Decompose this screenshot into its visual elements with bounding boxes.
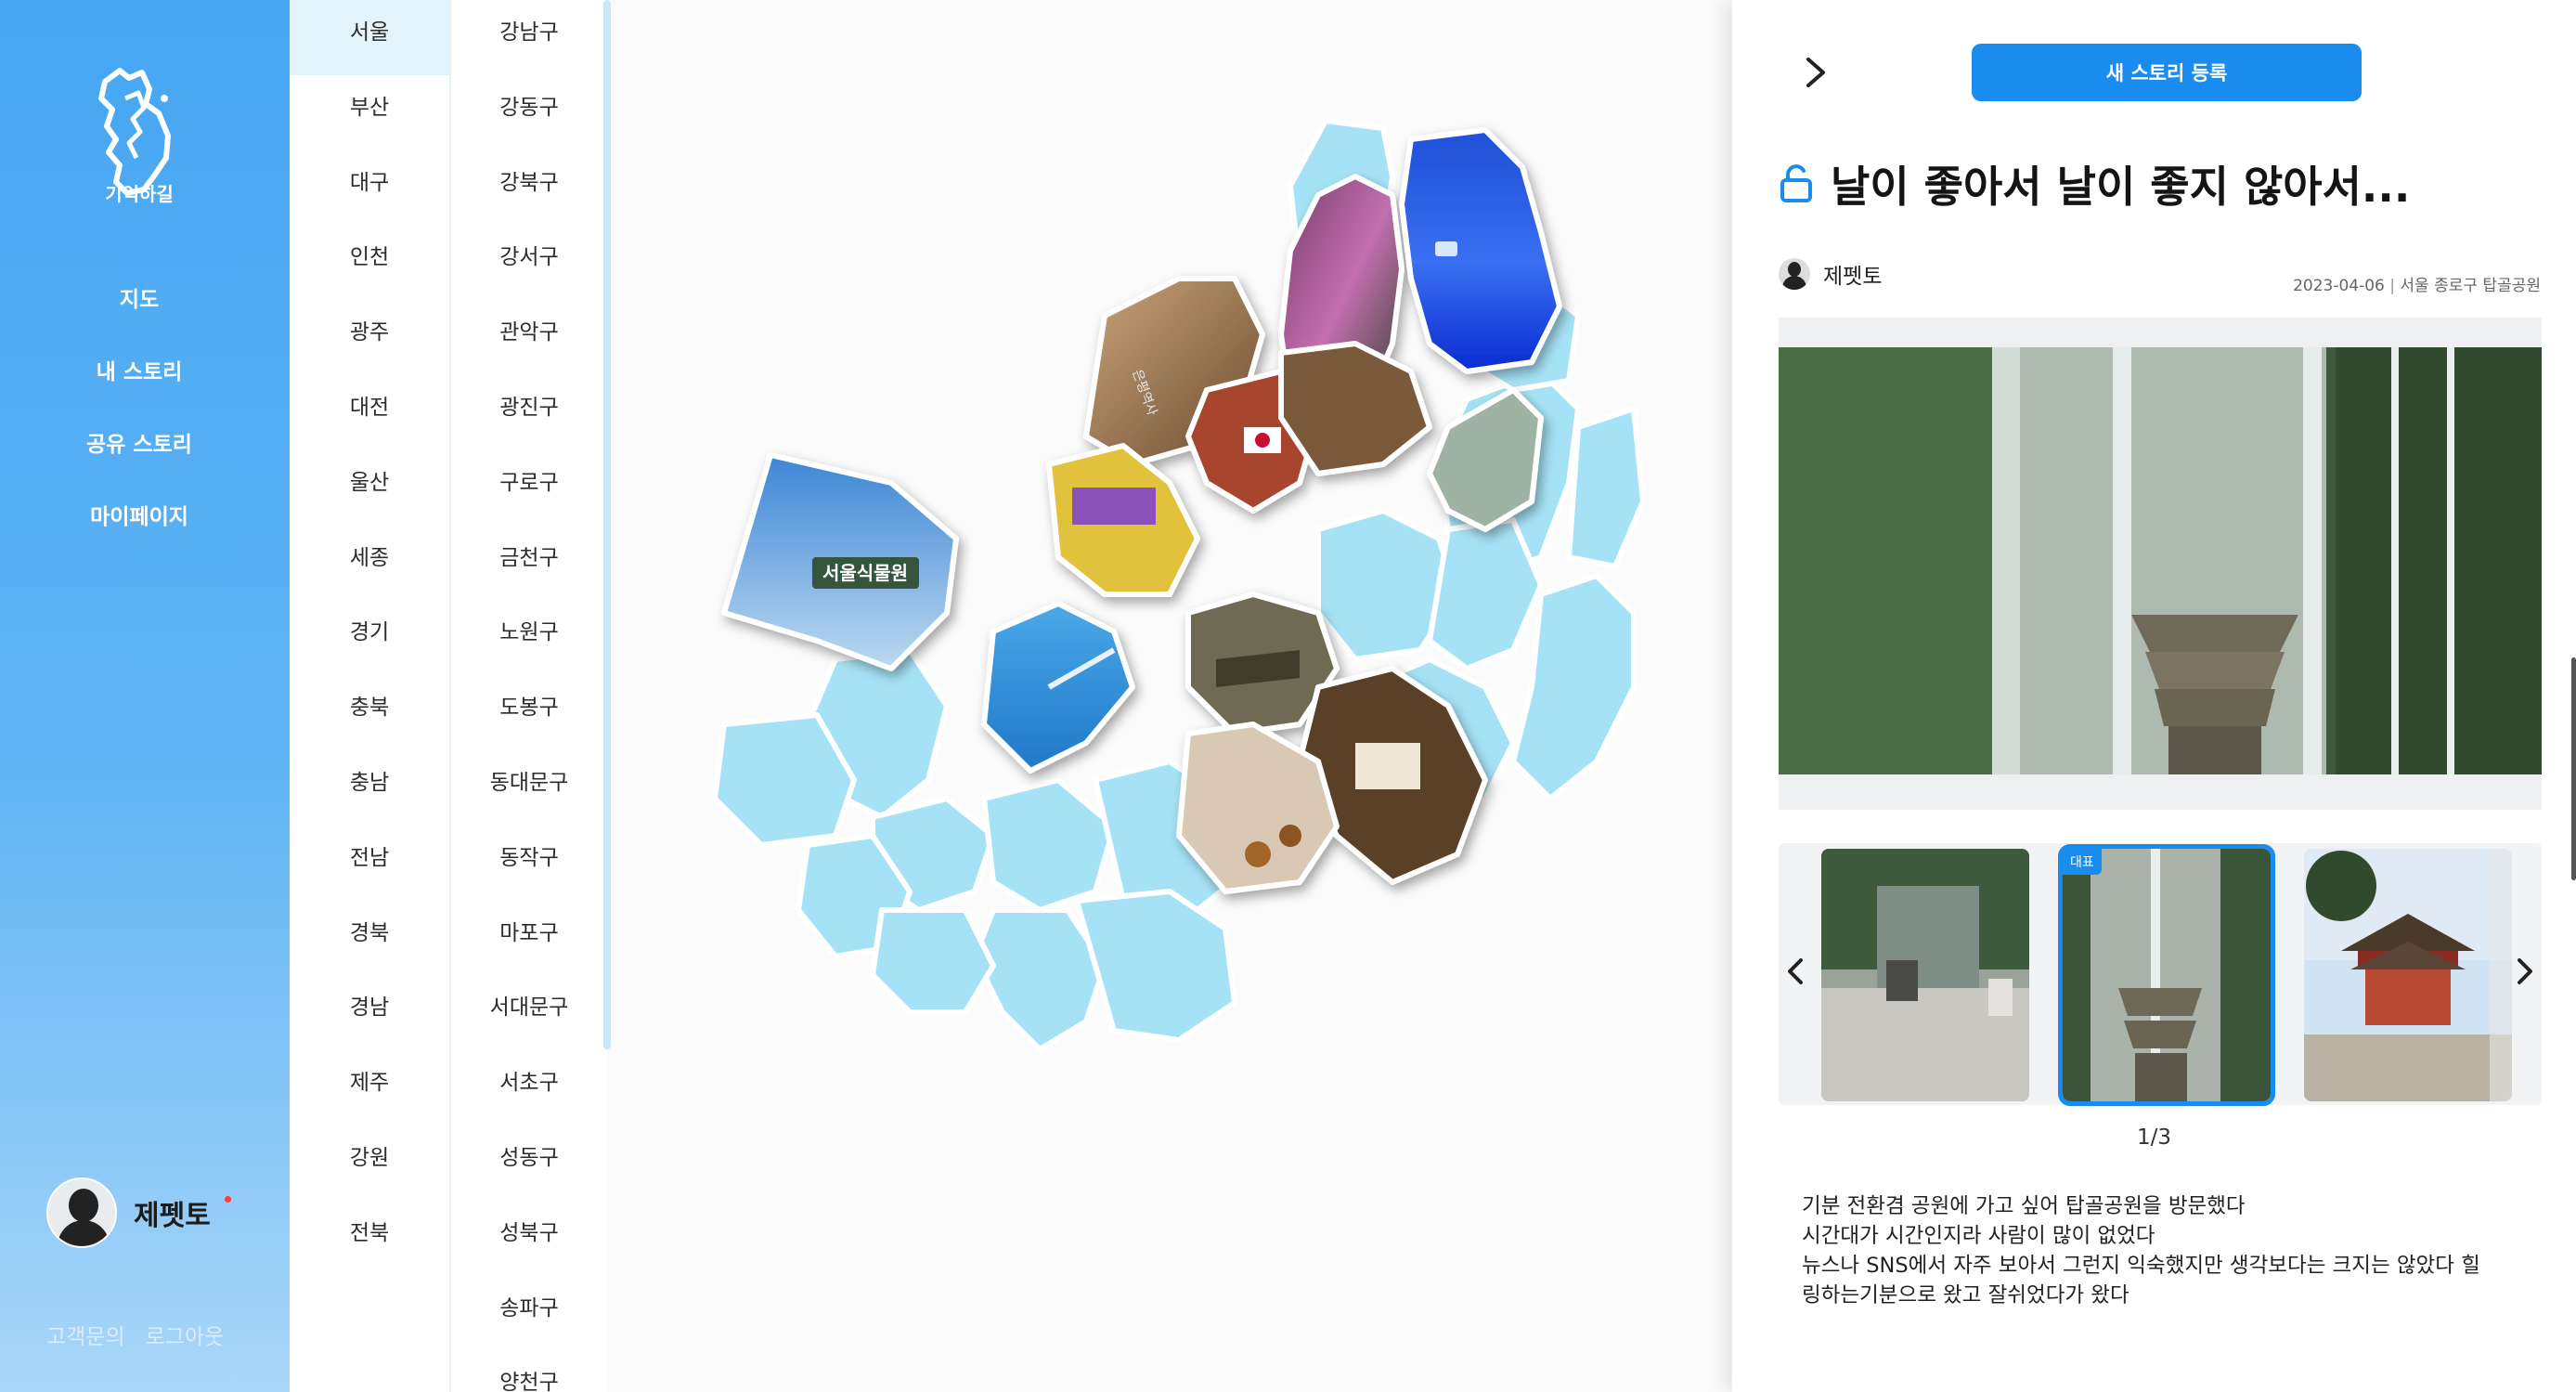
district-item[interactable]: 강서구 xyxy=(451,225,607,300)
nav-item-shared-story[interactable]: 공유 스토리 xyxy=(0,423,278,496)
story-body-line: 링하는기분으로 왔고 잘쉬었다가 왔다 xyxy=(1802,1283,2129,1307)
story-detail-panel: 새 스토리 등록 날이 좋아서 날이 좋지 않아서... 제펫토 2023-04… xyxy=(1732,0,2576,1392)
region-item-chungbuk[interactable]: 충북 xyxy=(290,675,449,750)
district-item[interactable]: 노원구 xyxy=(451,600,607,675)
story-location: 서울 종로구 탑골공원 xyxy=(2400,277,2541,295)
region-item-sejong[interactable]: 세종 xyxy=(290,526,449,601)
list-scrollbar[interactable] xyxy=(603,0,611,1049)
region-item-daegu[interactable]: 대구 xyxy=(290,150,449,226)
representative-badge: 대표 xyxy=(2063,849,2102,875)
region-item-gwangju[interactable]: 광주 xyxy=(290,300,449,375)
district-shape xyxy=(1566,406,1646,569)
region-item-daejeon[interactable]: 대전 xyxy=(290,375,449,450)
avatar xyxy=(46,1177,117,1248)
district-item[interactable]: 서초구 xyxy=(451,1050,607,1125)
region-item-seoul[interactable]: 서울 xyxy=(290,0,449,75)
district-item[interactable]: 도봉구 xyxy=(451,675,607,750)
district-item[interactable]: 성동구 xyxy=(451,1125,607,1201)
footer-links: 고객문의 로그아웃 xyxy=(46,1319,224,1350)
nav-item-mypage[interactable]: 마이페이지 xyxy=(0,496,278,568)
region-item-ulsan[interactable]: 울산 xyxy=(290,450,449,526)
thumbnail[interactable] xyxy=(2304,849,2512,1101)
seoul-district-map[interactable]: 서울식물원 은평역사 xyxy=(650,93,1727,1096)
region-item-busan[interactable]: 부산 xyxy=(290,75,449,150)
photo-district-tunnel xyxy=(1399,127,1562,374)
region-item-gyeongnam[interactable]: 경남 xyxy=(290,975,449,1050)
logo-text: 기억하길 xyxy=(105,183,174,205)
profile[interactable]: 제펫토 xyxy=(46,1177,231,1248)
region-item-jeonnam[interactable]: 전남 xyxy=(290,826,449,901)
story-date: 2023-04-06 xyxy=(2293,277,2385,295)
support-link[interactable]: 고객문의 xyxy=(46,1319,125,1350)
district-shape xyxy=(981,777,1117,913)
district-item[interactable]: 관악구 xyxy=(451,300,607,375)
story-body-line: 시간대가 시간인지라 사람이 많이 없었다 xyxy=(1802,1224,2155,1248)
story-body: 기분 전환겸 공원에 가고 싶어 탑골공원을 방문했다 시간대가 시간인지라 사… xyxy=(1802,1191,2544,1310)
story-title-row: 날이 좋아서 날이 좋지 않아서... xyxy=(1779,153,2410,215)
region-item-gyeongbuk[interactable]: 경북 xyxy=(290,901,449,976)
region-item-incheon[interactable]: 인천 xyxy=(290,225,449,300)
photo-district-traditional-hall xyxy=(1278,341,1432,476)
thumbnail-image xyxy=(2304,849,2512,1101)
thumbnail-image xyxy=(1821,849,2029,1101)
district-item[interactable]: 동대문구 xyxy=(451,750,607,826)
district-item[interactable]: 송파구 xyxy=(451,1276,607,1351)
district-shape xyxy=(1427,517,1544,671)
region-item-jeju[interactable]: 제주 xyxy=(290,1050,449,1125)
nav-item-map[interactable]: 지도 xyxy=(0,279,278,351)
district-item[interactable]: 동작구 xyxy=(451,826,607,901)
district-item[interactable]: 강남구 xyxy=(451,0,607,75)
logout-link[interactable]: 로그아웃 xyxy=(146,1319,225,1350)
thumbnail-selected[interactable]: 대표 xyxy=(2058,844,2275,1106)
district-item[interactable]: 강북구 xyxy=(451,150,607,226)
district-shape xyxy=(1074,889,1237,1043)
author-name: 제펫토 xyxy=(1823,265,1883,289)
chevron-right-icon[interactable] xyxy=(2510,953,2538,990)
map-photo-sign: 서울식물원 xyxy=(822,562,908,584)
notification-dot xyxy=(225,1196,231,1203)
district-list: 강남구 강동구 강북구 강서구 관악구 광진구 구로구 금천구 노원구 도봉구 … xyxy=(449,0,607,1392)
story-meta: 2023-04-06 | 서울 종로구 탑골공원 xyxy=(2293,277,2541,295)
region-item-chungnam[interactable]: 충남 xyxy=(290,750,449,826)
chevron-left-icon[interactable] xyxy=(1782,953,1810,990)
app-root: 기억하길 지도 내 스토리 공유 스토리 마이페이지 제펫토 고객문의 로그아웃… xyxy=(0,0,2576,1392)
district-item[interactable]: 성북구 xyxy=(451,1201,607,1276)
photo-district-sea-bridge xyxy=(981,601,1135,774)
district-item[interactable]: 마포구 xyxy=(451,901,607,976)
chevron-right-icon[interactable] xyxy=(1797,54,1834,91)
profile-name: 제펫토 xyxy=(134,1200,211,1232)
nav-item-my-story[interactable]: 내 스토리 xyxy=(0,351,278,423)
district-shape xyxy=(870,907,996,1015)
photo-pager: 1/3 xyxy=(2136,1125,2171,1150)
author-avatar xyxy=(1779,258,1810,290)
sidebar: 기억하길 지도 내 스토리 공유 스토리 마이페이지 제펫토 고객문의 로그아웃 xyxy=(0,0,290,1392)
main-photo[interactable] xyxy=(1779,318,2542,810)
district-item[interactable]: 금천구 xyxy=(451,526,607,601)
district-item[interactable]: 양천구 xyxy=(451,1350,607,1392)
region-item-gangwon[interactable]: 강원 xyxy=(290,1125,449,1201)
district-item[interactable]: 광진구 xyxy=(451,375,607,450)
unlock-icon[interactable] xyxy=(1779,163,1814,204)
district-item[interactable]: 서대문구 xyxy=(451,975,607,1050)
photo-district-street xyxy=(1427,387,1544,532)
new-story-button[interactable]: 새 스토리 등록 xyxy=(1972,44,2362,101)
region-item-jeonbuk[interactable]: 전북 xyxy=(290,1201,449,1276)
story-body-line: 기분 전환겸 공원에 가고 싶어 탑골공원을 방문했다 xyxy=(1802,1194,2246,1218)
main-nav: 지도 내 스토리 공유 스토리 마이페이지 xyxy=(0,279,278,568)
region-list: 서울 부산 대구 인천 광주 대전 울산 세종 경기 충북 충남 전남 경북 경… xyxy=(290,0,449,1392)
panel-scrollbar[interactable] xyxy=(2571,657,2576,880)
story-body-line: 뉴스나 SNS에서 자주 보아서 그런지 익숙했지만 생각보다는 크지는 않았다… xyxy=(1802,1254,2480,1278)
district-item[interactable]: 구로구 xyxy=(451,450,607,526)
thumbnail-carousel: 대표 xyxy=(1779,843,2542,1106)
thumbnail[interactable] xyxy=(1821,849,2029,1101)
thumbnail-image xyxy=(2063,849,2271,1101)
author-row: 제펫토 xyxy=(1779,258,1882,290)
story-title: 날이 좋아서 날이 좋지 않아서... xyxy=(1831,162,2411,212)
district-item[interactable]: 강동구 xyxy=(451,75,607,150)
region-item-gyeonggi[interactable]: 경기 xyxy=(290,600,449,675)
